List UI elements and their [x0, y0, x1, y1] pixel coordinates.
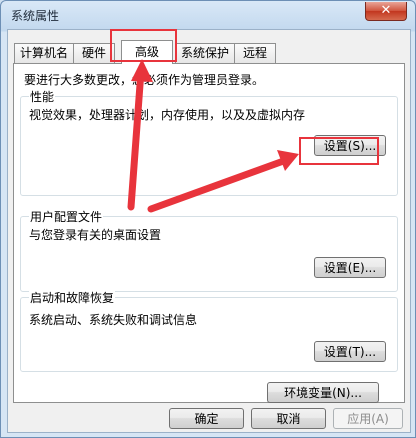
- arrow-to-advanced-tab: [127, 67, 145, 211]
- annotation-arrows: [127, 59, 299, 213]
- arrow-to-settings-button: [147, 155, 293, 213]
- arrowhead-up-icon: [131, 59, 153, 82]
- system-properties-window: 系统属性 ✕ 计算机名 硬件 高级 系统保护 远程 要进行大多数更改，您必须作为…: [0, 0, 416, 438]
